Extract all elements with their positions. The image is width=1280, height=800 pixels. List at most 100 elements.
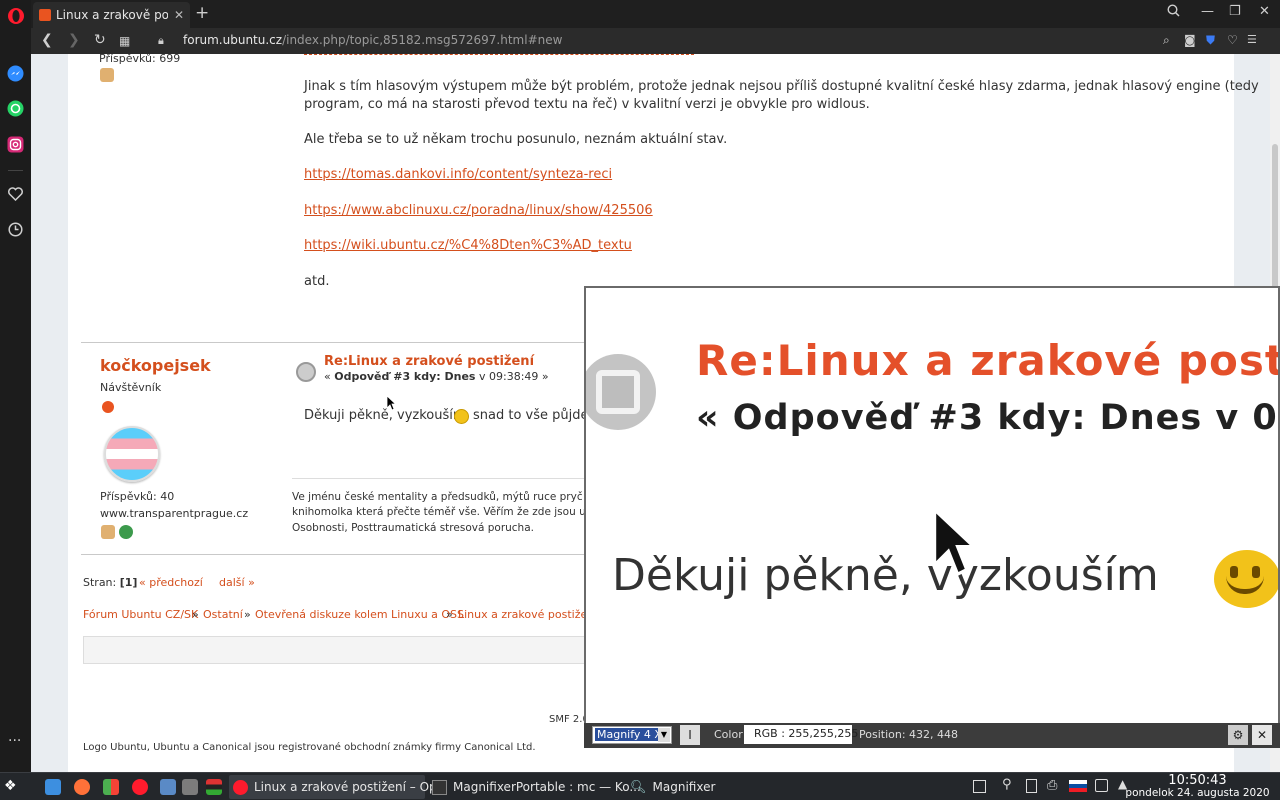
- files-icon[interactable]: [45, 779, 61, 795]
- chevron-down-icon[interactable]: ▼: [658, 728, 670, 742]
- restore-icon[interactable]: ❐: [1229, 4, 1241, 19]
- magnifier-close-icon[interactable]: ✕: [1252, 725, 1272, 745]
- screen-icon[interactable]: [160, 779, 176, 795]
- signature-divider: [292, 478, 622, 479]
- zoom-mode-value: Magnify 4 X: [595, 728, 664, 741]
- footer-legal: Logo Ubuntu, Ubuntu a Canonical jsou reg…: [83, 742, 536, 753]
- pagination: Stran: [1]: [83, 576, 137, 589]
- author-post-count: Příspěvků: 40: [100, 490, 175, 503]
- opera-logo-icon[interactable]: [6, 6, 25, 25]
- ubuntu-rank-icon: [102, 401, 114, 413]
- sidebar-more-icon[interactable]: ···: [8, 733, 21, 749]
- search-tabs-icon[interactable]: [1167, 4, 1180, 21]
- zoom-mode-select[interactable]: Magnify 4 X ▼: [592, 726, 672, 744]
- tab-title: Linux a zrakově posti: [56, 8, 168, 22]
- position-readout: Position: 432, 448: [859, 728, 959, 741]
- instagram-icon[interactable]: [6, 135, 25, 154]
- forward-icon[interactable]: ❯: [68, 32, 80, 48]
- task-label: Magnifixer: [652, 780, 716, 794]
- breadcrumb-sep: »: [192, 608, 199, 621]
- clock[interactable]: 10:50:43 pondelok 24. augusta 2020: [1120, 773, 1275, 799]
- firefox-icon[interactable]: [74, 779, 90, 795]
- breadcrumb-category[interactable]: Ostatní: [203, 608, 243, 621]
- magnified-cursor-icon: [930, 502, 978, 582]
- close-window-icon[interactable]: ✕: [1259, 4, 1270, 19]
- magnifier-toolbar: Magnify 4 X ▼ I Color RGB : 255,255,255 …: [584, 723, 1280, 748]
- heart-icon[interactable]: [6, 184, 25, 203]
- bookmark-heart-icon[interactable]: ♡: [1227, 33, 1238, 47]
- signature-line: Osobnosti, Posttraumatická stresová poru…: [292, 522, 534, 534]
- minimize-icon[interactable]: —: [1201, 4, 1214, 19]
- tab-forum[interactable]: Linux a zrakově posti ✕: [33, 2, 190, 28]
- printer-icon[interactable]: ⎙: [1047, 778, 1057, 793]
- post-author[interactable]: kočkopejsek: [100, 356, 211, 375]
- avatar: [104, 426, 160, 482]
- breadcrumb-topic[interactable]: Linux a zrakové postižení: [458, 608, 597, 621]
- search-tray-icon[interactable]: ⚲: [1002, 777, 1012, 792]
- post-meta-prefix: «: [324, 370, 335, 383]
- post-link[interactable]: https://tomas.dankovi.info/content/synte…: [304, 167, 612, 182]
- magnified-subject: Re:Linux a zrakové post: [696, 336, 1280, 385]
- app-icon[interactable]: [103, 779, 119, 795]
- new-tab-icon[interactable]: +: [195, 3, 209, 23]
- breadcrumb-sep: »: [446, 608, 453, 621]
- whatsapp-icon[interactable]: [6, 99, 25, 118]
- task-label: Linux a zrakové postižení – Op...: [254, 780, 449, 794]
- tab-strip: Linux a zrakově posti ✕ + — ❐ ✕: [31, 0, 1280, 28]
- keyboard-layout-flag-icon[interactable]: [1069, 780, 1087, 792]
- signature-line: Ve jménu české mentality a předsudků, mý…: [292, 491, 600, 503]
- text-cursor-icon[interactable]: I: [680, 725, 700, 745]
- cut-link-underline: [304, 54, 694, 55]
- post-link[interactable]: https://wiki.ubuntu.cz/%C4%8Dten%C3%AD_t…: [304, 238, 632, 253]
- user-profile-icon[interactable]: [101, 525, 115, 539]
- post-body-end: snad to vše půjde d: [473, 408, 601, 423]
- pagination-prev-link[interactable]: « předchozí: [139, 576, 203, 589]
- ubuntu-favicon-icon: [39, 9, 51, 21]
- breadcrumb-home[interactable]: Fórum Ubuntu CZ/SK: [83, 608, 198, 621]
- smf-version[interactable]: SMF 2.0: [549, 714, 589, 725]
- pagination-label: Stran:: [83, 576, 117, 589]
- history-clock-icon[interactable]: [6, 220, 25, 239]
- post-subject[interactable]: Re:Linux a zrakové postižení: [324, 354, 534, 369]
- opera-sidebar: ···: [0, 0, 31, 772]
- lock-icon: 🔒︎: [158, 34, 164, 47]
- post-meta: « Odpověď #3 kdy: Dnes v 09:38:49 »: [324, 370, 549, 383]
- reload-icon[interactable]: ↻: [94, 32, 106, 48]
- messenger-icon[interactable]: [6, 64, 25, 83]
- magnifier-icon: 🔍︎: [630, 779, 647, 795]
- magnified-topic-icon: [586, 354, 656, 430]
- magnified-body: Děkuji pěkně, vyzkouším: [612, 550, 1159, 601]
- website-globe-icon[interactable]: [119, 525, 133, 539]
- post-topic-icon: [296, 362, 316, 382]
- snapshot-camera-icon[interactable]: ◙: [1184, 33, 1196, 47]
- task-magnifixer[interactable]: 🔍︎ Magnifixer: [626, 775, 746, 799]
- task-label: MagnifixerPortable : mc — Ko...: [453, 780, 641, 794]
- sidebar-divider: [8, 170, 23, 171]
- app-launcher-icon[interactable]: ❖: [4, 778, 17, 794]
- opera-icon[interactable]: [132, 779, 148, 795]
- magnifier-window: Re:Linux a zrakové post « Odpověď #3 kdy…: [584, 286, 1280, 748]
- breadcrumb-board[interactable]: Otevřená diskuze kolem Linuxu a OSS: [255, 608, 464, 621]
- tabs-grid-icon[interactable]: ▦: [119, 34, 130, 48]
- updates-icon[interactable]: [1095, 779, 1108, 792]
- settings-gear-icon[interactable]: ⚙: [1228, 725, 1248, 745]
- monitor-icon[interactable]: [182, 779, 198, 795]
- vpn-shield-icon[interactable]: ⛊: [1206, 33, 1215, 48]
- post-text-line: program, co má na starosti převod textu …: [304, 97, 870, 112]
- task-opera[interactable]: Linux a zrakové postižení – Op...: [229, 775, 448, 799]
- url-field[interactable]: forum.ubuntu.cz/index.php/topic,85182.ms…: [183, 33, 562, 47]
- magnified-smiley-icon: [1214, 550, 1278, 608]
- task-terminal[interactable]: MagnifixerPortable : mc — Ko...: [428, 775, 641, 799]
- magnified-meta: « Odpověď #3 kdy: Dnes v 0: [696, 398, 1278, 438]
- pagination-next-link[interactable]: další »: [219, 576, 255, 589]
- post-link[interactable]: https://www.abclinuxu.cz/poradna/linux/s…: [304, 203, 653, 218]
- flag-app-icon[interactable]: [206, 779, 222, 795]
- show-desktop-icon[interactable]: [973, 780, 986, 793]
- tab-close-icon[interactable]: ✕: [174, 8, 184, 22]
- back-icon[interactable]: ❮: [41, 32, 53, 48]
- bookmarks-list-icon[interactable]: ☰: [1247, 33, 1257, 46]
- author-website[interactable]: www.transparentprague.cz: [100, 507, 248, 520]
- search-page-icon[interactable]: ⌕: [1163, 33, 1170, 48]
- clipboard-icon[interactable]: [1026, 779, 1037, 793]
- smiley-icon: [454, 409, 469, 424]
